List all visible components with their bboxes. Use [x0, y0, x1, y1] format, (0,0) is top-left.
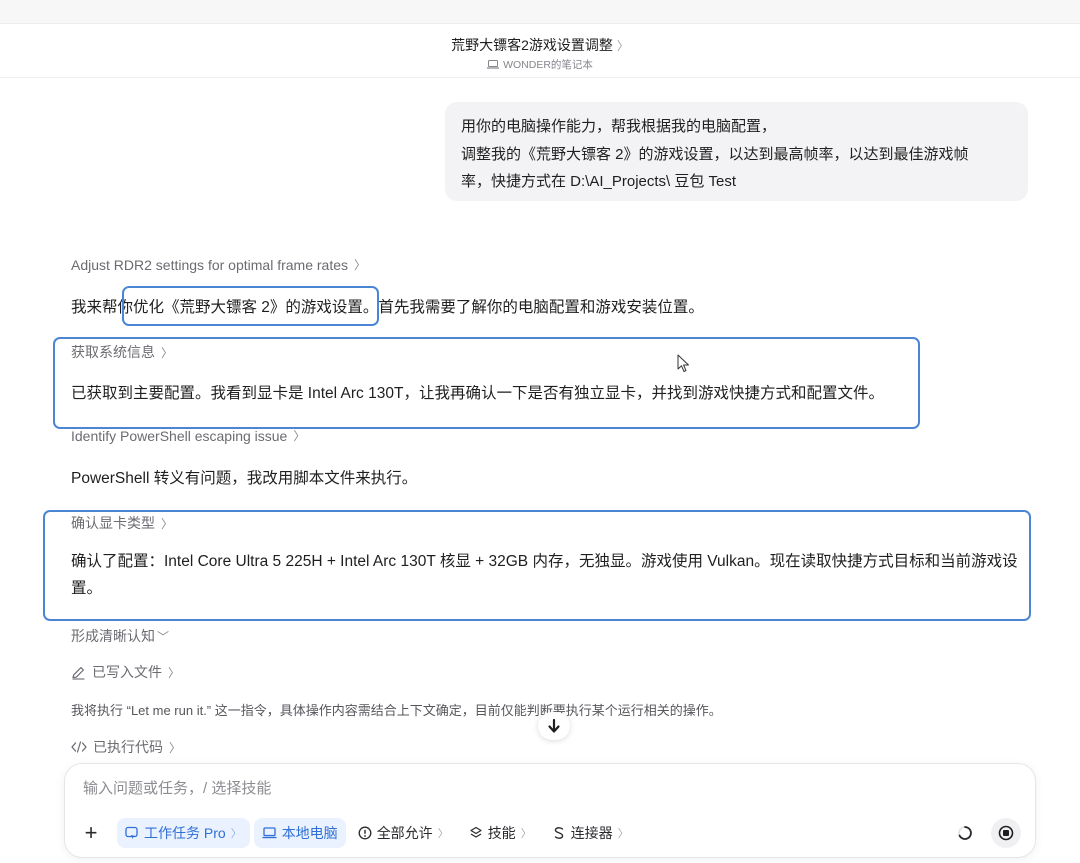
step-label: 确认显卡类型: [71, 515, 155, 531]
user-message-line: 调整我的《荒野大镖客 2》的游戏设置，以达到最高帧率，以达到最佳游戏帧: [461, 145, 969, 163]
window-top-strip: [0, 0, 1080, 24]
chevron-right-icon: 〉: [230, 828, 242, 840]
allow-all-button[interactable]: 全部允许 〉: [350, 818, 457, 848]
message-composer: + 工作任务 Pro 〉 本地电脑 全部允许 〉: [64, 763, 1036, 858]
chip-label: 工作任务 Pro: [144, 825, 226, 841]
code-icon: [71, 741, 87, 753]
connector-icon: [554, 827, 563, 839]
chevron-right-icon: 〉: [437, 828, 449, 840]
chevron-right-icon: 〉: [168, 665, 181, 680]
chevron-right-icon: 〉: [617, 828, 629, 840]
loading-spinner-icon: [958, 826, 972, 840]
step-powershell-issue[interactable]: Identify PowerShell escaping issue 〉: [71, 427, 305, 444]
user-message-line: 用你的电脑操作能力，帮我根据我的电脑配置，: [461, 118, 777, 135]
chevron-right-icon: 〉: [616, 38, 629, 53]
stop-button[interactable]: [991, 818, 1021, 848]
scroll-to-bottom-button[interactable]: [538, 712, 570, 740]
message-input[interactable]: [83, 780, 983, 797]
chevron-right-icon: 〉: [354, 258, 367, 272]
local-computer-button[interactable]: 本地电脑: [253, 818, 346, 848]
step-get-system-info[interactable]: 获取系统信息 〉: [71, 342, 173, 362]
chip-label: 连接器: [570, 825, 613, 841]
info-circle-icon: [358, 826, 372, 840]
step-confirm-gpu[interactable]: 确认显卡类型 〉: [71, 513, 173, 533]
step-file-written[interactable]: 已写入文件 〉: [71, 662, 180, 682]
add-attachment-button[interactable]: +: [79, 820, 103, 845]
user-message-line: 率，快捷方式在 D:\AI_Projects\ 豆包 Test: [461, 173, 737, 190]
chevron-right-icon: 〉: [520, 828, 532, 840]
skills-button[interactable]: 技能 〉: [461, 818, 540, 848]
step-label: 形成清晰认知: [71, 628, 155, 644]
conversation-title[interactable]: 荒野大镖客2游戏设置调整 〉: [451, 35, 629, 55]
chevron-right-icon: 〉: [161, 345, 174, 360]
conversation-title-text: 荒野大镖客2游戏设置调整: [451, 37, 613, 53]
pencil-icon: [72, 666, 85, 680]
step-adjust-settings[interactable]: Adjust RDR2 settings for optimal frame r…: [71, 256, 366, 273]
chevron-right-icon: 〉: [293, 429, 306, 443]
composer-right-controls: [957, 818, 1021, 848]
chip-label: 全部允许: [376, 825, 433, 841]
chevron-right-icon: 〉: [161, 516, 174, 531]
assistant-paragraph: 我来帮你优化《荒野大镖客 2》的游戏设置。首先我需要了解你的电脑配置和游戏安装位…: [71, 299, 704, 316]
chevron-down-icon: ﹀: [157, 629, 170, 644]
step-label: 已执行代码: [93, 739, 163, 755]
chip-label: 技能: [487, 825, 516, 841]
chevron-right-icon: 〉: [169, 740, 182, 755]
conversation-header: 荒野大镖客2游戏设置调整 〉 WONDER的笔记本: [0, 24, 1080, 78]
device-name: WONDER的笔记本: [503, 59, 593, 71]
stop-icon: [998, 825, 1014, 841]
arrow-down-icon: [548, 718, 560, 733]
step-label: 已写入文件: [92, 664, 162, 680]
step-code-executed[interactable]: 已执行代码 〉: [71, 737, 181, 757]
user-message-bubble: 用你的电脑操作能力，帮我根据我的电脑配置， 调整我的《荒野大镖客 2》的游戏设置…: [445, 102, 1028, 201]
step-label: 获取系统信息: [71, 344, 155, 360]
step-form-understanding[interactable]: 形成清晰认知 ﹀: [71, 626, 169, 646]
step-label: Adjust RDR2 settings for optimal frame r…: [71, 256, 348, 273]
laptop-icon: [487, 60, 500, 69]
chip-label: 本地电脑: [281, 825, 338, 841]
assistant-paragraph: PowerShell 转义有问题，我改用脚本文件来执行。: [71, 470, 418, 487]
assistant-paragraph: 我将执行 “Let me run it.” 这一指令，具体操作内容需结合上下文确…: [71, 703, 722, 718]
connectors-button[interactable]: 连接器 〉: [544, 818, 637, 848]
device-label: WONDER的笔记本: [0, 57, 1080, 72]
assistant-paragraph: 已获取到主要配置。我看到显卡是 Intel Arc 130T，让我再确认一下是否…: [71, 385, 884, 402]
step-label: Identify PowerShell escaping issue: [71, 427, 288, 444]
task-icon: [125, 826, 138, 839]
mouse-cursor-icon: [677, 354, 689, 372]
composer-toolbar: + 工作任务 Pro 〉 本地电脑 全部允许 〉 技能 〉 连接器 〉: [79, 818, 637, 848]
layers-icon: [470, 826, 482, 838]
laptop-icon: [262, 827, 277, 839]
work-task-pro-button[interactable]: 工作任务 Pro 〉: [117, 818, 250, 848]
assistant-paragraph: 确认了配置：Intel Core Ultra 5 225H + Intel Ar…: [71, 553, 1018, 597]
